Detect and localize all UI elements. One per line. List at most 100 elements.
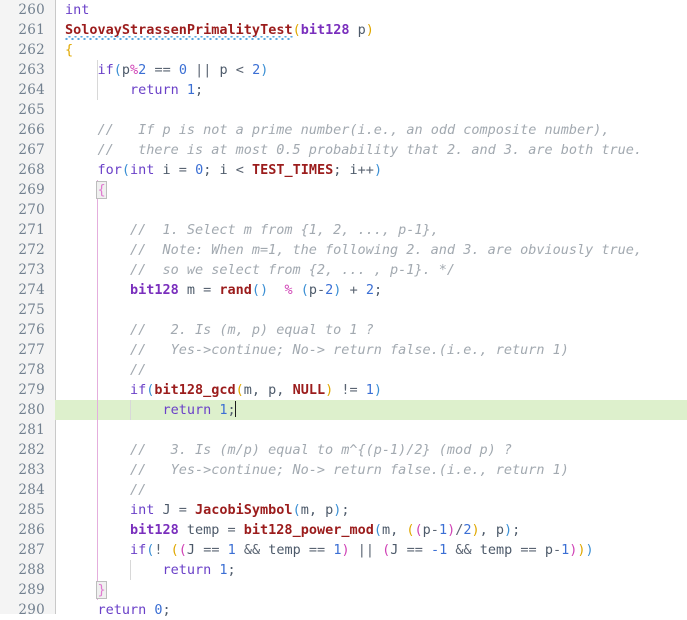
code-text: {	[96, 180, 107, 200]
code-line[interactable]: 282 // 3. Is (m/p) equal to m^{(p-1)/2} (…	[0, 440, 687, 460]
code-line[interactable]: 272 // Note: When m=1, the following 2. a…	[0, 240, 687, 260]
code-token: <	[235, 162, 244, 178]
code-token: (	[235, 382, 244, 398]
code-line[interactable]: 279 if(bit128_gcd(m, p, NULL) != 1)	[0, 380, 687, 400]
code-token: 1	[186, 82, 196, 98]
code-comment: // so we select from {2, ... , p-1}. */	[129, 262, 456, 278]
code-token: if	[129, 542, 147, 558]
code-comment: // If p is not a prime number(i.e., an o…	[97, 122, 610, 138]
code-line[interactable]: 277 // Yes->continue; No-> return false.(…	[0, 340, 687, 360]
code-token: ;	[227, 562, 236, 578]
code-text: for(int i = 0; i < TEST_TIMES; i++)	[97, 160, 382, 180]
code-line[interactable]: 284 //	[0, 480, 687, 500]
code-line[interactable]: 290 return 0;	[0, 600, 687, 620]
indent-guide-active	[97, 380, 99, 400]
code-token: (	[170, 542, 179, 558]
line-number: 280	[18, 402, 45, 418]
code-token: =	[227, 522, 236, 538]
line-number: 289	[18, 582, 45, 598]
code-line[interactable]: 267 // there is at most 0.5 probability t…	[0, 140, 687, 160]
code-token: )	[341, 542, 350, 558]
code-text: return 1;	[162, 560, 235, 580]
code-line[interactable]: 287 if(! ((J == 1 && temp == 1) || (J == …	[0, 540, 687, 560]
code-token: ()	[251, 282, 269, 298]
code-line[interactable]: 260 int	[0, 0, 687, 20]
code-line[interactable]: 281	[0, 420, 687, 440]
code-line-current[interactable]: 280 return 1;	[0, 400, 687, 420]
code-token: ==	[203, 542, 220, 558]
code-token: m	[178, 282, 204, 298]
code-token: (	[414, 522, 423, 538]
code-token: p	[536, 542, 553, 558]
code-line[interactable]: 286 bit128 temp = bit128_power_mod(m, ((p…	[0, 520, 687, 540]
code-text: // so we select from {2, ... , p-1}. */	[130, 260, 455, 280]
code-token: i	[154, 162, 179, 178]
line-number: 265	[18, 102, 45, 118]
code-line[interactable]: 262 {	[0, 40, 687, 60]
code-token: for	[97, 162, 122, 178]
code-token: bit128	[129, 522, 179, 538]
indent-guide-active	[97, 480, 99, 500]
code-line[interactable]: 266 // If p is not a prime number(i.e., a…	[0, 120, 687, 140]
line-number: 270	[18, 202, 45, 218]
code-token: temp	[260, 542, 309, 558]
code-line[interactable]: 269 {	[0, 180, 687, 200]
code-token: bit128_power_mod	[243, 522, 374, 538]
code-token: !=	[341, 382, 358, 398]
code-token: !	[154, 542, 163, 558]
code-line[interactable]: 274 bit128 m = rand() % (p-2) + 2;	[0, 280, 687, 300]
function-name-with-warning: SolovayStrassenPrimalityTest	[65, 22, 293, 38]
code-line[interactable]: 289}	[0, 580, 687, 600]
close-brace-matched: }	[96, 581, 107, 599]
open-brace-matched: {	[96, 181, 107, 199]
indent-guide-active	[97, 300, 99, 320]
line-number: 275	[18, 302, 45, 318]
line-number: 266	[18, 122, 45, 138]
code-line[interactable]: 285 int J = JacobiSymbol(m, p);	[0, 500, 687, 520]
code-token: 2	[365, 282, 374, 298]
code-line[interactable]: 276 // 2. Is (m, p) equal to 1 ?	[0, 320, 687, 340]
code-line[interactable]: 268 for(int i = 0; i < TEST_TIMES; i++)	[0, 160, 687, 180]
line-number: 276	[18, 322, 45, 338]
code-token: temp	[471, 542, 521, 558]
code-token: )	[504, 522, 513, 538]
indent-guide-active	[97, 500, 99, 520]
code-token: 1	[219, 562, 228, 578]
line-number: 285	[18, 502, 45, 518]
code-token: -	[430, 522, 439, 538]
code-token: int	[65, 2, 90, 18]
code-text: {	[65, 40, 73, 60]
line-number: 264	[18, 82, 45, 98]
code-line[interactable]: 264 return 1;	[0, 80, 687, 100]
code-line[interactable]: 288 return 1;	[0, 560, 687, 580]
code-token: =	[178, 162, 187, 178]
code-token: int	[130, 162, 155, 178]
code-token: ||	[357, 542, 375, 558]
code-text: return 0;	[97, 600, 170, 620]
code-line[interactable]: 270	[0, 200, 687, 220]
code-line[interactable]: 283 // Yes->continue; No-> return false.(…	[0, 460, 687, 480]
code-line[interactable]: 261 SolovayStrassenPrimalityTest(bit128 p…	[0, 20, 687, 40]
code-token: )	[577, 542, 586, 558]
code-line[interactable]: 263 if(p%2 == 0 || p < 2)	[0, 60, 687, 80]
code-text: return 1;	[162, 400, 237, 420]
code-token: TEST_TIMES	[252, 162, 334, 178]
code-token: if	[129, 382, 147, 398]
code-token: (	[300, 282, 309, 298]
code-token: )	[365, 22, 374, 38]
line-number: 288	[18, 562, 45, 578]
code-token: return	[129, 82, 179, 98]
indent-guide-active	[97, 240, 99, 260]
code-line[interactable]: 271 // 1. Select m from {1, 2, ..., p-1},	[0, 220, 687, 240]
code-line[interactable]: 265	[0, 100, 687, 120]
code-line[interactable]: 278 //	[0, 360, 687, 380]
code-line[interactable]: 275	[0, 300, 687, 320]
code-line[interactable]: 273 // so we select from {2, ... , p-1}. …	[0, 260, 687, 280]
code-editor[interactable]: 260 int 261 SolovayStrassenPrimalityTest(bi…	[0, 0, 687, 618]
indent-guide-active	[97, 420, 99, 440]
code-token: ;	[374, 282, 383, 298]
code-token: ;	[512, 522, 521, 538]
